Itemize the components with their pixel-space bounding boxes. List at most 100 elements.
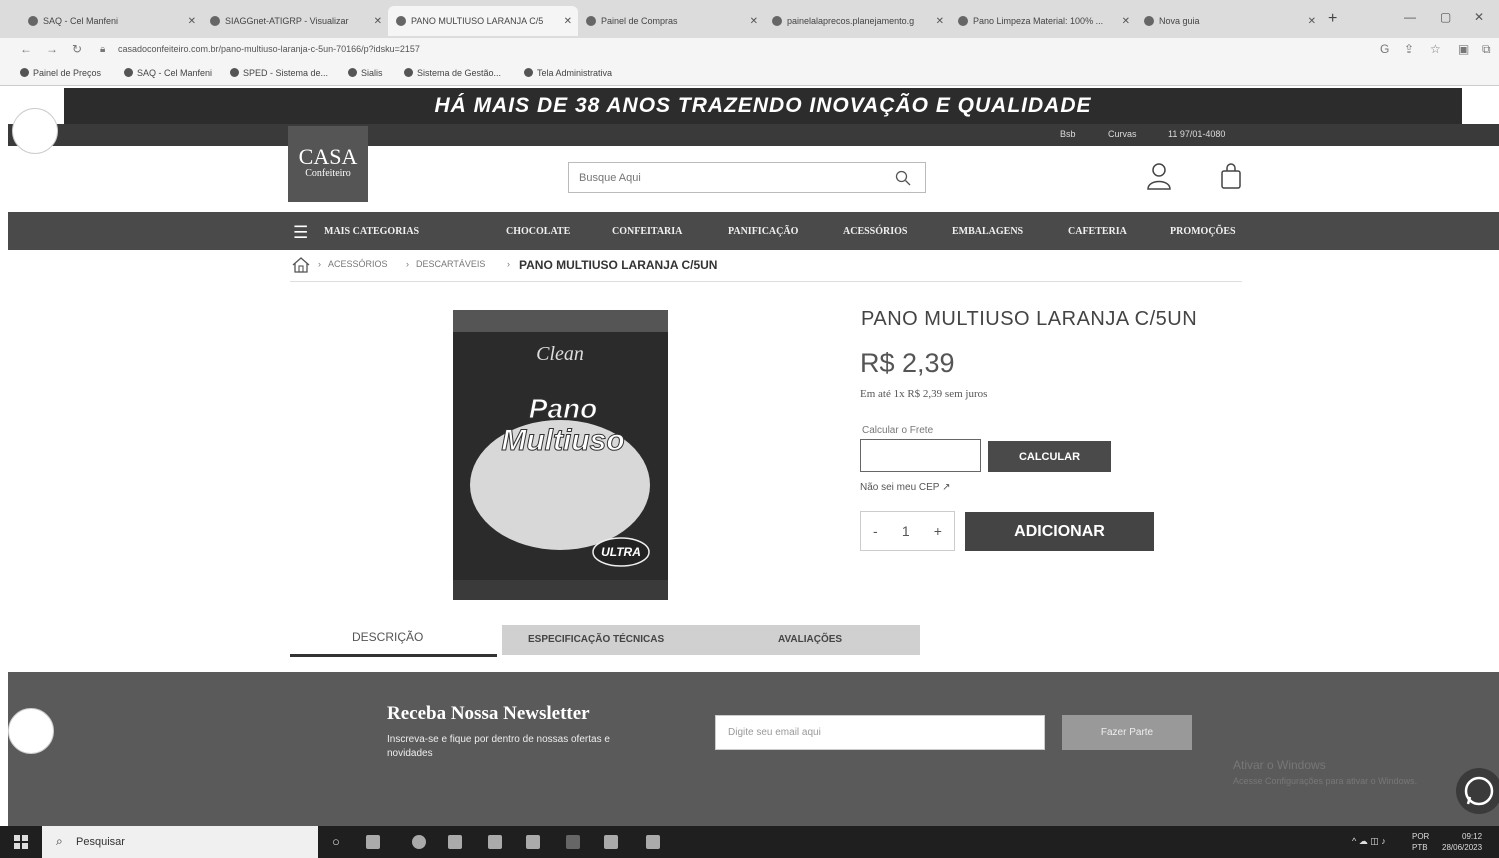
- menu-icon[interactable]: ☰: [293, 223, 308, 243]
- whatsapp-icon[interactable]: [1456, 768, 1499, 814]
- close-window-icon[interactable]: ✕: [1474, 10, 1484, 24]
- browser-tab[interactable]: SAQ - Cel Manfeni ✕: [20, 6, 202, 36]
- windows-start-icon[interactable]: [14, 835, 28, 849]
- bookmark-item[interactable]: SAQ - Cel Manfeni: [124, 68, 212, 78]
- calculate-freight-button[interactable]: CALCULAR: [988, 441, 1111, 472]
- system-tray-icons[interactable]: ^ ☁ ◫ ♪: [1352, 836, 1386, 847]
- clock[interactable]: 09:12 28/06/2023: [1442, 831, 1482, 853]
- language-layout: PTB: [1412, 843, 1428, 852]
- nav-item-acessorios[interactable]: ACESSÓRIOS: [843, 226, 907, 237]
- app-icon[interactable]: [646, 835, 660, 849]
- tab-description[interactable]: DESCRIÇÃO: [352, 630, 423, 644]
- bookmark-icon: [124, 68, 133, 77]
- calendar-icon[interactable]: [488, 835, 502, 849]
- mail-icon[interactable]: [526, 835, 540, 849]
- site-logo[interactable]: CASA Confeiteiro: [288, 126, 368, 202]
- lock-icon[interactable]: 🔒︎: [100, 44, 105, 55]
- extensions-icon[interactable]: ⧉: [1482, 42, 1491, 57]
- close-icon[interactable]: ✕: [374, 16, 382, 27]
- close-icon[interactable]: ✕: [936, 16, 944, 27]
- tab-reviews[interactable]: AVALIAÇÕES: [778, 634, 842, 645]
- qty-value[interactable]: 1: [902, 523, 910, 539]
- browser-tab-bar: SAQ - Cel Manfeni ✕ SIAGGnet-ATIGRP - Vis…: [0, 0, 1499, 38]
- close-icon[interactable]: ✕: [564, 16, 572, 27]
- breadcrumb: › ACESSÓRIOS › DESCARTÁVEIS › PANO MULTI…: [290, 256, 1242, 282]
- logo-text: CASA: [298, 144, 358, 169]
- calculator-icon[interactable]: [448, 835, 462, 849]
- bookmark-icon: [348, 68, 357, 77]
- nav-item-panificacao[interactable]: PANIFICAÇÃO: [728, 226, 798, 237]
- nav-item-more-categories[interactable]: MAIS CATEGORIAS: [324, 226, 419, 237]
- home-icon[interactable]: [292, 257, 310, 273]
- qty-plus-button[interactable]: +: [934, 523, 942, 539]
- nav-item-cafeteria[interactable]: CAFETERIA: [1068, 226, 1127, 237]
- active-tab-indicator: [290, 654, 497, 657]
- browser-tab[interactable]: Pano Limpeza Material: 100% ... ✕: [950, 6, 1136, 36]
- contact-strip: Bsb Curvas 11 97/01-4080: [8, 124, 1499, 146]
- product-badge: ULTRA: [601, 545, 641, 559]
- new-tab-icon[interactable]: +: [1328, 10, 1337, 28]
- close-icon[interactable]: ✕: [1308, 16, 1316, 27]
- search-icon[interactable]: [895, 170, 911, 186]
- no-cep-label: Não sei meu CEP: [860, 482, 940, 493]
- sidepanel-icon[interactable]: ▣: [1458, 42, 1469, 56]
- forward-icon[interactable]: →: [46, 42, 58, 56]
- cortana-icon[interactable]: ○: [332, 834, 340, 849]
- email-placeholder: Digite seu email aqui: [728, 727, 821, 738]
- reload-icon[interactable]: ↻: [72, 42, 82, 56]
- back-icon[interactable]: ←: [20, 42, 32, 56]
- clock-time: 09:12: [1462, 832, 1483, 841]
- google-icon[interactable]: G: [1380, 42, 1389, 56]
- maximize-icon[interactable]: ▢: [1440, 10, 1451, 24]
- minimize-icon[interactable]: —: [1404, 10, 1416, 24]
- newsletter-subscribe-button[interactable]: Fazer Parte: [1062, 715, 1192, 750]
- chrome-icon[interactable]: [412, 835, 426, 849]
- tab-favicon-icon: [772, 16, 782, 26]
- bookmark-item[interactable]: Sialis: [348, 68, 383, 78]
- close-icon[interactable]: ✕: [750, 16, 758, 27]
- tab-favicon-icon: [210, 16, 220, 26]
- breadcrumb-separator: ›: [507, 259, 510, 269]
- user-icon[interactable]: [1146, 162, 1172, 190]
- share-icon[interactable]: ⇪: [1404, 42, 1414, 56]
- tab-technical-specs[interactable]: ESPECIFICAÇÃO TÉCNICAS: [528, 634, 664, 645]
- nav-item-promocoes[interactable]: PROMOÇÕES: [1170, 226, 1236, 237]
- browser-tab[interactable]: Nova guia ✕: [1136, 6, 1322, 36]
- qty-minus-button[interactable]: -: [873, 523, 878, 539]
- url-field[interactable]: casadoconfeiteiro.com.br/pano-multiuso-l…: [118, 44, 420, 54]
- windows-taskbar: ⌕ Pesquisar ○ ^ ☁ ◫ ♪ POR PTB 09:12 28/0…: [0, 826, 1499, 858]
- close-icon[interactable]: ✕: [1122, 16, 1130, 27]
- bookmark-item[interactable]: SPED - Sistema de...: [230, 68, 328, 78]
- contact-phone: 11 97/01-4080: [1168, 129, 1226, 139]
- nav-item-confeitaria[interactable]: CONFEITARIA: [612, 226, 682, 237]
- browser-tab-active[interactable]: PANO MULTIUSO LARANJA C/5 ✕: [388, 6, 578, 36]
- newsletter-email-input[interactable]: Digite seu email aqui: [715, 715, 1045, 750]
- close-icon[interactable]: ✕: [188, 16, 196, 27]
- bookmark-item[interactable]: Sistema de Gestão...: [404, 68, 501, 78]
- no-cep-link[interactable]: Não sei meu CEP ↗: [860, 482, 950, 493]
- task-view-icon[interactable]: [366, 835, 380, 849]
- cep-input[interactable]: [860, 439, 981, 472]
- cart-bag-icon[interactable]: [1220, 162, 1242, 190]
- freight-label: Calcular o Frete: [862, 425, 934, 436]
- search-input[interactable]: [569, 163, 869, 192]
- browser-tab[interactable]: Painel de Compras ✕: [578, 6, 764, 36]
- app-icon[interactable]: [566, 835, 580, 849]
- language-indicator[interactable]: POR PTB: [1412, 831, 1429, 853]
- bookmark-item[interactable]: Tela Administrativa: [524, 68, 612, 78]
- breadcrumb-item[interactable]: ACESSÓRIOS: [328, 259, 388, 269]
- external-link-icon: ↗: [942, 482, 951, 493]
- product-image: Clean Pano Multiuso ULTRA: [453, 310, 668, 600]
- bookmark-icon: [20, 68, 29, 77]
- breadcrumb-item[interactable]: DESCARTÁVEIS: [416, 259, 485, 269]
- browser-tab[interactable]: SIAGGnet-ATIGRP - Visualizar ✕: [202, 6, 388, 36]
- explorer-icon[interactable]: [604, 835, 618, 849]
- add-to-cart-button[interactable]: ADICIONAR: [965, 512, 1154, 551]
- browser-tab[interactable]: painelalaprecos.planejamento.g ✕: [764, 6, 950, 36]
- star-icon[interactable]: ☆: [1430, 42, 1441, 56]
- bookmark-item[interactable]: Painel de Preços: [20, 68, 101, 78]
- taskbar-search[interactable]: ⌕ Pesquisar: [42, 826, 318, 858]
- nav-item-chocolate[interactable]: CHOCOLATE: [506, 226, 570, 237]
- search-box[interactable]: [568, 162, 926, 193]
- nav-item-embalagens[interactable]: EMBALAGENS: [952, 226, 1023, 237]
